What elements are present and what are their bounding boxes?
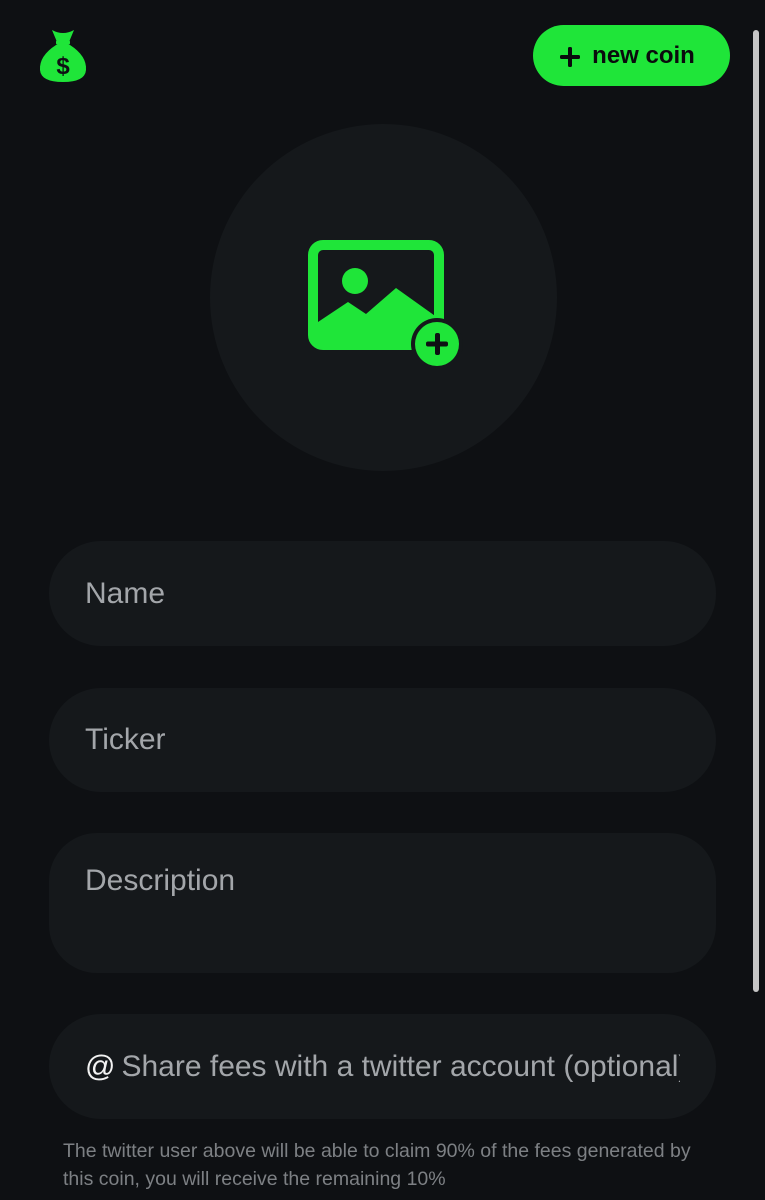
- add-image-icon: [308, 240, 463, 368]
- description-input[interactable]: [85, 863, 680, 953]
- ticker-field-wrapper: [49, 688, 716, 792]
- svg-text:$: $: [56, 53, 70, 80]
- new-coin-label: new coin: [592, 41, 695, 69]
- ticker-input[interactable]: [85, 723, 680, 757]
- name-field-wrapper: [49, 541, 716, 646]
- twitter-field-wrapper: @: [49, 1014, 716, 1119]
- name-input[interactable]: [85, 576, 680, 611]
- plus-icon: [560, 46, 581, 67]
- new-coin-button[interactable]: new coin: [533, 25, 730, 86]
- at-prefix: @: [85, 1049, 116, 1083]
- description-field-wrapper: [49, 833, 716, 973]
- twitter-input[interactable]: [121, 1049, 680, 1084]
- money-bag-icon[interactable]: $: [36, 26, 90, 84]
- scrollbar[interactable]: [753, 30, 759, 992]
- twitter-fee-note: The twitter user above will be able to c…: [63, 1140, 691, 1190]
- image-upload-button[interactable]: [210, 124, 557, 471]
